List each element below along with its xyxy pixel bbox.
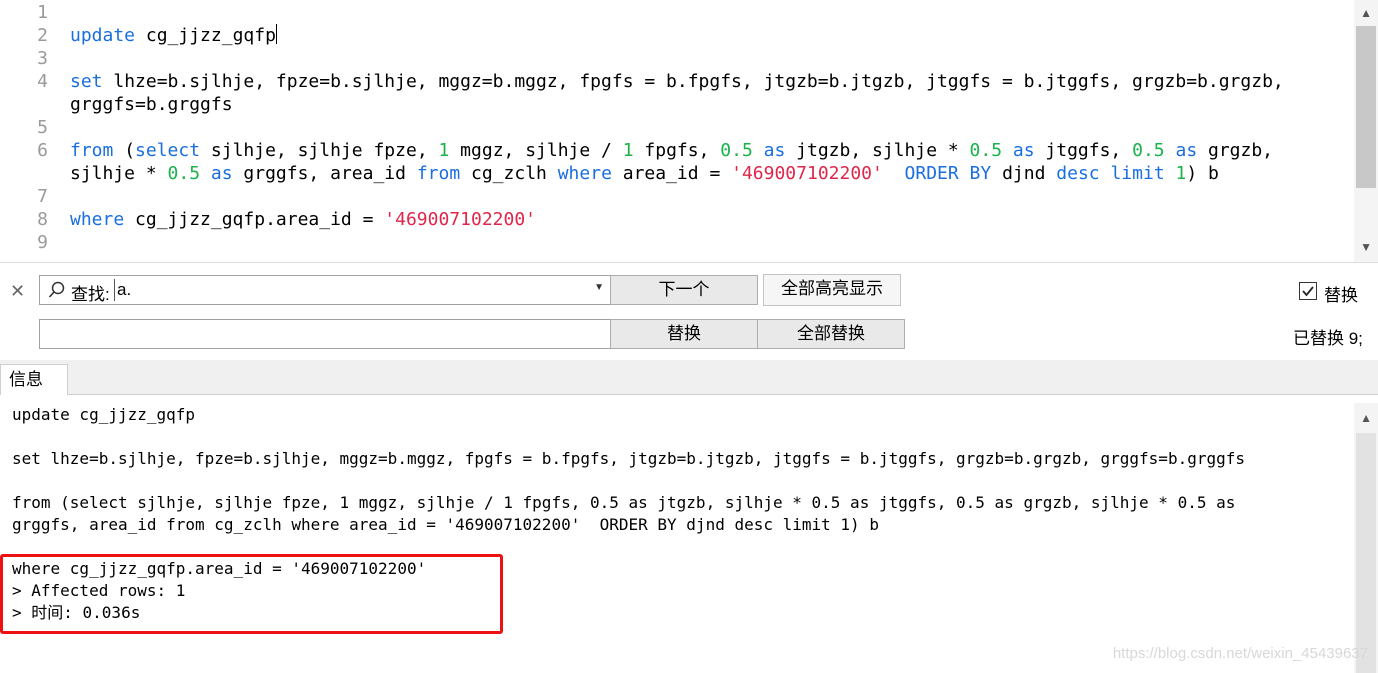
code-line-8[interactable]: where cg_jjzz_gqfp.area_id = '4690071022… — [70, 208, 536, 231]
keyword: ORDER BY — [904, 163, 992, 184]
scroll-down-icon[interactable]: ▼ — [1360, 240, 1372, 254]
text-caret — [114, 279, 115, 301]
code-text: grggfs=b.grggfs — [70, 94, 233, 115]
keyword: where — [557, 163, 612, 184]
line-number: 8 — [37, 209, 48, 230]
scroll-up-icon[interactable]: ▲ — [1360, 6, 1372, 20]
keyword: as — [752, 140, 786, 161]
number-literal: 0.5 — [969, 140, 1003, 161]
keyword: from — [70, 140, 114, 161]
editor-scrollbar[interactable]: ▲ ▼ — [1354, 0, 1378, 262]
output-line: from (select sjlhje, sjlhje fpze, 1 mggz… — [12, 493, 1236, 512]
replace-button[interactable]: 替换 — [610, 319, 758, 349]
number-literal: 1 — [1175, 163, 1187, 184]
code-line-4[interactable]: set lhze=b.sjlhje, fpze=b.sjlhje, mggz=b… — [70, 70, 1284, 93]
code-text: cg_jjzz_gqfp — [135, 25, 276, 46]
number-literal: 0.5 — [167, 163, 201, 184]
watermark: https://blog.csdn.net/weixin_45439637 — [1112, 645, 1368, 662]
code-text: area_id = — [611, 163, 732, 184]
keyword: as — [1164, 140, 1198, 161]
find-next-button[interactable]: 下一个 — [610, 275, 758, 305]
code-text: ( — [113, 140, 136, 161]
highlight-box — [0, 554, 503, 634]
keyword: update — [70, 25, 136, 46]
code-text: sjlhje * — [70, 163, 168, 184]
replace-status: 已替换 9; — [1293, 329, 1363, 348]
find-value: a. — [117, 280, 132, 299]
find-label: 查找: — [71, 285, 110, 304]
info-tabbar: 信息 — [0, 364, 1378, 395]
line-number: 4 — [37, 71, 48, 92]
dropdown-arrow-icon[interactable]: ▼ — [594, 282, 604, 293]
code-text: mggz, sjlhje / — [449, 140, 623, 161]
output-line: grggfs, area_id from cg_zclh where area_… — [12, 515, 879, 534]
line-number: 3 — [37, 48, 48, 69]
replace-toggle-label[interactable]: 替换 — [1324, 281, 1358, 306]
keyword: where — [70, 209, 125, 230]
keyword: select — [135, 140, 201, 161]
string-literal: '469007102200' — [384, 209, 536, 230]
line-number: 9 — [37, 232, 48, 253]
info-scroll-thumb[interactable] — [1356, 433, 1376, 673]
search-icon — [48, 281, 65, 298]
editor-scroll-thumb[interactable] — [1356, 26, 1376, 188]
keyword: as — [1002, 140, 1035, 161]
text-caret — [275, 24, 277, 44]
string-literal: '469007102200' — [731, 163, 883, 184]
tab-info[interactable]: 信息 — [0, 364, 68, 395]
code-text: jtgzb, sjlhje * — [785, 140, 970, 161]
line-number: 7 — [37, 186, 48, 207]
line-number: 5 — [37, 117, 48, 138]
code-text: cg_zclh — [460, 163, 558, 184]
replace-all-button[interactable]: 全部替换 — [757, 319, 905, 349]
keyword: limit — [1110, 163, 1165, 184]
number-literal: 0.5 — [720, 140, 753, 161]
code-text: sjlhje, sjlhje fpze, — [200, 140, 439, 161]
keyword: as — [200, 163, 233, 184]
code-text: jtggfs, — [1034, 140, 1133, 161]
code-text: lhze=b.sjlhje, fpze=b.sjlhje, mggz=b.mgg… — [102, 71, 1284, 92]
number-literal: 0.5 — [1132, 140, 1165, 161]
code-text: grggfs, area_id — [232, 163, 417, 184]
keyword: set — [70, 71, 103, 92]
code-text: djnd — [991, 163, 1057, 184]
line-number: 6 — [37, 140, 48, 161]
code-line-2[interactable]: update cg_jjzz_gqfp — [70, 24, 277, 47]
code-text: cg_jjzz_gqfp.area_id = — [124, 209, 385, 230]
code-text: grgzb, — [1197, 140, 1274, 161]
close-icon[interactable]: ✕ — [10, 281, 25, 302]
output-line: update cg_jjzz_gqfp — [12, 405, 196, 424]
line-number: 2 — [37, 25, 48, 46]
find-replace-bar: ✕ 查找: a. ▼ 下一个 全部高亮显示 替换 替换 全部替换 已替换 9; — [0, 262, 1378, 361]
scroll-up-icon[interactable]: ▲ — [1360, 411, 1372, 425]
number-literal: 1 — [438, 140, 450, 161]
code-text: fpgfs, — [633, 140, 721, 161]
keyword: from — [416, 163, 461, 184]
code-line-6[interactable]: from (select sjlhje, sjlhje fpze, 1 mggz… — [70, 139, 1273, 162]
keyword: desc — [1056, 163, 1100, 184]
line-number: 1 — [37, 2, 48, 23]
number-literal: 1 — [622, 140, 634, 161]
code-text: ) b — [1186, 163, 1219, 184]
highlight-all-button[interactable]: 全部高亮显示 — [763, 274, 901, 306]
replace-input[interactable] — [39, 319, 611, 349]
find-input[interactable]: 查找: a. ▼ — [39, 275, 611, 305]
output-line: set lhze=b.sjlhje, fpze=b.sjlhje, mggz=b… — [12, 449, 1245, 468]
sql-editor[interactable]: 1 2 3 4 5 6 7 8 9 update cg_jjzz_gqfp se… — [0, 0, 1378, 262]
code-line-4-wrap[interactable]: grggfs=b.grggfs — [70, 93, 233, 116]
checkbox-checked-icon[interactable] — [1299, 282, 1317, 300]
code-line-6-wrap[interactable]: sjlhje * 0.5 as grggfs, area_id from cg_… — [70, 162, 1219, 185]
